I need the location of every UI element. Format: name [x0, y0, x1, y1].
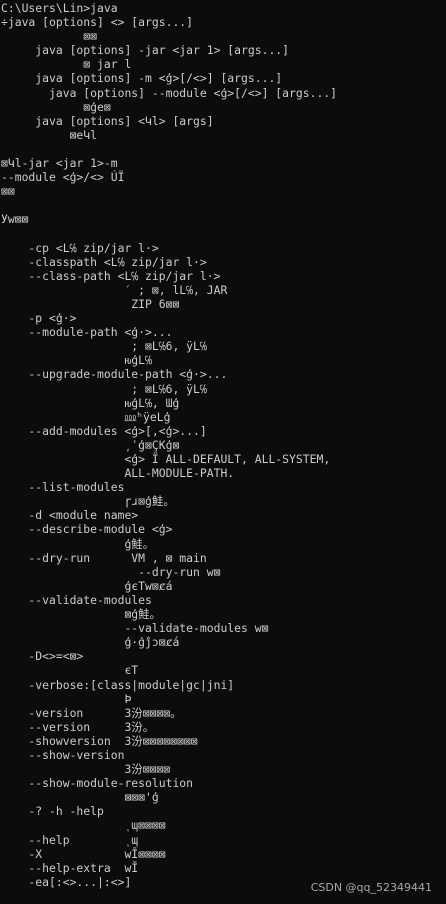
console-line: ⊠⊠ — [1, 184, 15, 199]
console-line: ģ·ģĵͻ⊠ȼá — [1, 635, 180, 650]
console-line: ģ鮭。 — [1, 536, 155, 551]
console-line: --add-modules <ģ>[,<ģ>...] — [1, 423, 207, 438]
console-line: ͵ʾģ⊠ÇKģ⊠ — [1, 437, 180, 452]
console-line: ⊠eԿl — [1, 127, 98, 142]
console-line: ⊠ģe⊠ — [1, 99, 111, 114]
console-line: ′ ; ⊠, lL℅, JAR — [1, 282, 228, 297]
console-line: ÷java [options] <> [args...] — [1, 15, 194, 30]
console-line: --class-path <L℅ zip/jar l·> — [1, 268, 221, 283]
console-line: --help ͺɰ — [1, 832, 139, 847]
console-line: ⊠⊠ — [1, 29, 98, 44]
console-line: ; ⊠L℅6, ÿL℅ — [1, 339, 207, 354]
console-line: ԋģL℅, Ɯģ — [1, 395, 180, 410]
console-line: --module <ģ>/<> ÚЇ — [1, 170, 125, 185]
console-line: -classpath <L℅ zip/jar l·> — [1, 254, 207, 269]
console-line: <ģ> Ï ALL-DEFAULT, ALL-SYSTEM, — [1, 452, 331, 466]
console-line: -showversion 3汾⊠⊠⊠⊠⊠⊠⊠⊠ — [1, 733, 198, 748]
console-line: ⊠ jar l — [1, 57, 132, 72]
console-line: -p <ģ·> — [1, 311, 77, 326]
console-line: -version 3汾⊠⊠⊠⊠。 — [1, 705, 182, 720]
terminal-output: C:\Users\Lin>java ÷java [options] <> [arg… — [1, 1, 446, 904]
console-line: -X wĪ⊠⊠⊠⊠ — [1, 846, 166, 861]
console-line: --show-module-resolution — [1, 776, 194, 791]
console-line: --help-extra wĪ — [1, 860, 139, 875]
console-line: ģєTw⊠ȼá — [1, 578, 173, 593]
console-line: ͺɰ⊠⊠⊠⊠ — [1, 818, 166, 833]
console-line: --describe-module <ģ> — [1, 522, 173, 537]
console-line: ⊠⊠⊠'ģ — [1, 790, 159, 805]
csdn-watermark: CSDN @qq_52349441 — [310, 881, 432, 894]
console-line: --dry-run w⊠ — [1, 564, 221, 579]
console-line: єT — [1, 663, 139, 678]
console-line: ԋģL℅ — [1, 353, 152, 368]
console-line: -? -h -help — [1, 804, 104, 819]
console-line: --dry-run VM , ⊠ main — [1, 550, 207, 565]
console-line: --upgrade-module-path <ģ·>... — [1, 367, 228, 382]
console-line: -verbose:[class|module|gc|jni] — [1, 677, 235, 692]
console-line: --show-version — [1, 747, 125, 762]
console-line: --module-path <ģ·>... — [1, 325, 173, 340]
console-line: --validate-modules w⊠ — [1, 621, 269, 636]
console-line: java [options] -jar <jar 1> [args...] — [1, 43, 290, 58]
console-line: ZIP 6⊠⊠ — [1, 296, 180, 311]
console-line: --validate-modules — [1, 592, 152, 607]
console-line: 3汾⊠⊠⊠⊠ — [1, 762, 171, 777]
console-line: java [options] <Կl> [args] — [1, 113, 214, 128]
console-line: --list-modules — [1, 480, 125, 495]
console-line: ALL-MODULE-PATH. — [1, 466, 235, 481]
console-line: ⅏ʰÿeLģ — [1, 409, 171, 424]
console-line: -D<>=<⊠> — [1, 649, 84, 664]
console-line: Ϸ — [1, 691, 132, 706]
console-line: C:\Users\Lin>java — [1, 1, 118, 15]
console-line: java [options] --module <ģ>[/<>] [args..… — [1, 85, 338, 100]
console-line: ⊠ģ鮭。 — [1, 607, 161, 622]
console-line: -cp <L℅ zip/jar l·> — [1, 240, 159, 255]
console-line: --version 3汾。 — [1, 719, 155, 734]
console-line: ⊠Կl-jar <jar 1>-m — [1, 156, 118, 171]
console-line: java [options] -m <ģ>[/<>] [args...] — [1, 71, 283, 86]
console-line: Уw⊠⊠ — [1, 212, 29, 227]
console-line: ɼɹ⊠ģ鮭。 — [1, 494, 175, 509]
console-line: -d <module name> — [1, 508, 139, 523]
console-line: ; ⊠L℅6, ÿL℅ — [1, 381, 207, 396]
